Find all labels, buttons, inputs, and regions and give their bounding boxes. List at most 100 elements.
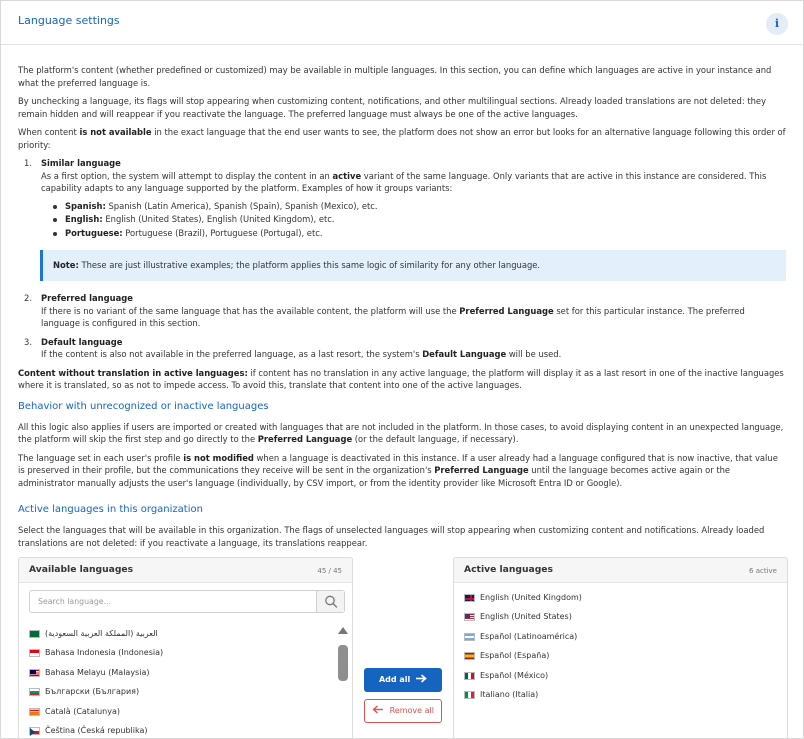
active-panel-title: Active languages — [464, 564, 553, 575]
priority-item-preferred: 2. Preferred language If there is no var… — [24, 292, 786, 330]
text-fragment: If there is no variant of the same langu… — [41, 305, 460, 316]
add-all-button[interactable]: Add all — [364, 668, 442, 692]
list-item[interactable]: Български (България) — [29, 686, 329, 705]
example-item: Portuguese: Portuguese (Brazil), Portugu… — [53, 227, 786, 240]
language-label: Bahasa Indonesia (Indonesia) — [45, 648, 164, 658]
search-icon — [325, 595, 338, 608]
remove-all-button[interactable]: Remove all — [364, 699, 442, 723]
priority-number: 1. — [24, 158, 32, 168]
flag-sa-icon — [29, 630, 40, 638]
language-label: Bahasa Melayu (Malaysia) — [45, 667, 150, 677]
scroll-up-arrow-icon[interactable] — [338, 627, 348, 634]
priority-number: 3. — [24, 336, 32, 347]
scroll-thumb[interactable] — [338, 645, 348, 681]
list-item[interactable]: Català (Catalunya) — [29, 706, 329, 725]
flag-es-icon — [464, 652, 475, 661]
language-label: Italiano (Italia) — [480, 689, 539, 699]
text-fragment: will be used. — [506, 349, 562, 359]
active-language-list: English (United Kingdom) English (United… — [464, 592, 582, 708]
bold-fragment: Content without translation in active la… — [18, 367, 248, 378]
add-all-label: Add all — [378, 675, 411, 684]
example-label: Spanish: — [65, 200, 106, 211]
bold-fragment: active — [332, 170, 362, 181]
bold-fragment: Preferred Language — [434, 465, 529, 475]
behavior-section-title: Behavior with unrecognized or inactive l… — [18, 400, 269, 412]
list-item[interactable]: Español (España) — [464, 650, 582, 669]
language-label: Català (Catalunya) — [45, 706, 120, 716]
active-section-title: Active languages in this organization — [18, 504, 203, 515]
priority-item-similar: 1. Similar language As a first option, t… — [24, 157, 786, 281]
text-fragment: (or the default language, if necessary). — [352, 434, 519, 444]
language-label: Español (Latinoamérica) — [480, 631, 578, 641]
list-item[interactable]: Español (México) — [464, 670, 582, 689]
available-list-scrollbar[interactable] — [337, 626, 349, 738]
flag-latam-icon — [464, 632, 475, 641]
note-label: Note: — [53, 260, 79, 270]
arrow-right-icon — [416, 674, 427, 683]
flag-id-icon — [29, 649, 40, 658]
active-section-text: Select the languages that will be availa… — [18, 525, 765, 548]
available-panel-title: Available languages — [29, 564, 134, 575]
list-item[interactable]: العربية (المملكة العربية السعودية) — [29, 628, 329, 647]
priority-text: If the content is also not available in … — [41, 348, 786, 361]
flag-cz-icon — [29, 726, 40, 736]
priority-title: Preferred language — [41, 293, 133, 303]
info-icon[interactable]: i — [766, 13, 788, 35]
list-item[interactable]: English (United States) — [464, 611, 582, 630]
available-count: 45 / 45 — [317, 567, 342, 575]
list-item[interactable]: Italiano (Italia) — [464, 689, 582, 708]
active-languages-panel: Active languages 6 active English (Unite… — [453, 557, 788, 738]
list-item[interactable]: Bahasa Indonesia (Indonesia) — [29, 647, 329, 666]
active-panel-header: Active languages 6 active — [454, 558, 787, 583]
flag-it-icon — [464, 690, 475, 699]
example-label: English: — [65, 214, 103, 224]
behavior-paragraph-1: All this logic also applies if users are… — [18, 421, 786, 446]
example-value: Portuguese (Brazil), Portuguese (Portuga… — [122, 227, 323, 238]
flag-my-icon — [29, 668, 40, 677]
list-item[interactable]: Čeština (Česká republika) — [29, 725, 329, 738]
priority-item-default: 3. Default language If the content is al… — [24, 336, 786, 361]
example-item: Spanish: Spanish (Latin America), Spanis… — [53, 200, 786, 213]
language-label: Čeština (Česká republika) — [45, 725, 148, 735]
text-fragment: When content — [18, 127, 80, 137]
remove-all-label: Remove all — [389, 706, 434, 715]
search-button[interactable] — [316, 591, 344, 612]
language-label: العربية (المملكة العربية السعودية) — [45, 629, 158, 638]
available-languages-panel: Available languages 45 / 45 العربية (الم… — [18, 557, 353, 738]
list-item[interactable]: Español (Latinoamérica) — [464, 631, 582, 650]
page-header: Language settings i — [1, 1, 803, 45]
flag-bg-icon — [29, 688, 40, 697]
flag-mx-icon — [464, 671, 475, 680]
example-value: Spanish (Latin America), Spanish (Spain)… — [105, 200, 378, 211]
language-selector: Available languages 45 / 45 العربية (الم… — [18, 557, 788, 738]
priority-text: If there is no variant of the same langu… — [41, 305, 786, 330]
language-settings-page: Language settings i The platform's conte… — [0, 0, 804, 739]
intro-paragraph-3: When content is not available in the exa… — [18, 126, 786, 151]
flag-us-icon — [464, 613, 475, 622]
language-label: Español (México) — [480, 670, 549, 680]
variant-examples: Spanish: Spanish (Latin America), Spanis… — [53, 200, 786, 240]
list-item[interactable]: English (United Kingdom) — [464, 592, 582, 611]
flag-cat-icon — [29, 707, 40, 716]
available-panel-header: Available languages 45 / 45 — [19, 558, 352, 583]
priority-number: 2. — [24, 293, 32, 303]
intro-paragraph-1: The platform's content (whether predefin… — [18, 65, 772, 88]
behavior-paragraph-2: The language set in each user's profile … — [18, 452, 786, 490]
intro-paragraph-2: By unchecking a language, its flags will… — [18, 96, 767, 119]
search-language-input[interactable] — [30, 591, 316, 612]
no-translation-paragraph: Content without translation in active la… — [18, 367, 786, 392]
language-label: English (United Kingdom) — [480, 593, 582, 602]
example-label: Portuguese: — [65, 227, 123, 238]
bold-fragment: Preferred Language — [459, 305, 554, 316]
priority-title: Similar language — [41, 158, 121, 168]
priority-title: Default language — [41, 336, 123, 347]
list-item[interactable]: Bahasa Melayu (Malaysia) — [29, 667, 329, 686]
note-text: These are just illustrative examples; th… — [78, 260, 541, 270]
language-label: English (United States) — [480, 612, 572, 622]
language-label: Български (България) — [45, 687, 140, 697]
active-count: 6 active — [749, 567, 777, 575]
bold-fragment: is not available — [79, 127, 152, 137]
text-fragment: The language set in each user's profile — [18, 452, 184, 463]
page-title: Language settings — [18, 14, 120, 27]
bold-fragment: Preferred Language — [257, 434, 353, 444]
